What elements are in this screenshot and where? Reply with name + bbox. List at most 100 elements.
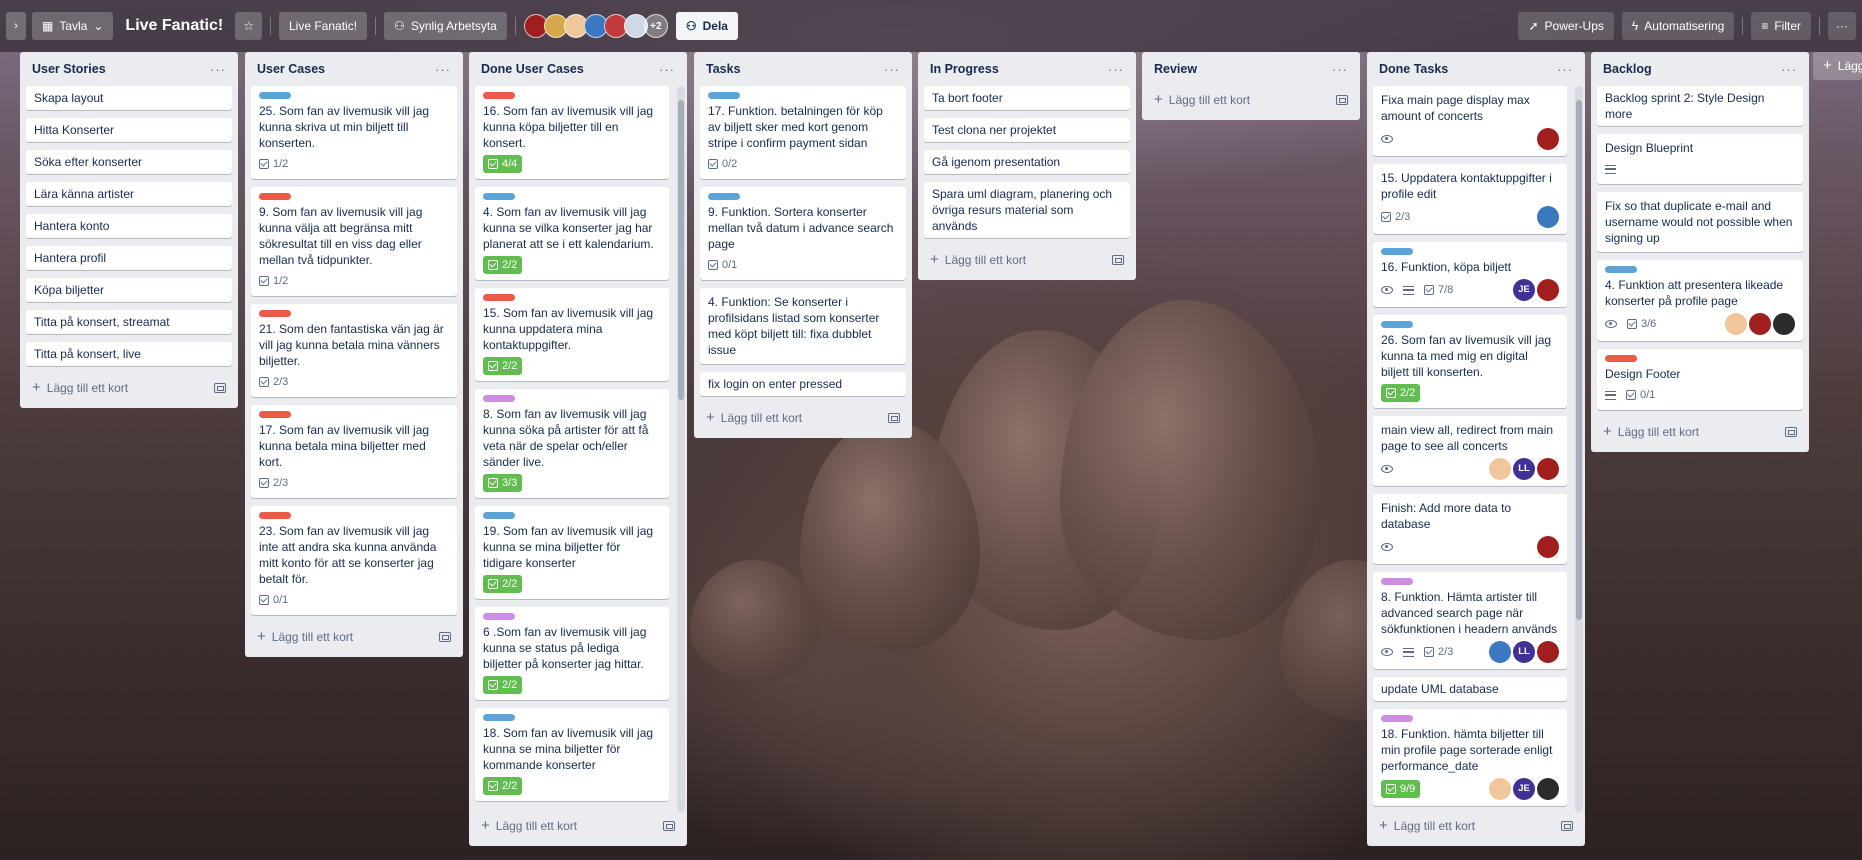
card[interactable]: 4. Funktion: Se konserter i profilsidans… bbox=[700, 288, 906, 364]
card[interactable]: Hitta Konserter bbox=[26, 118, 232, 142]
card[interactable]: 26. Som fan av livemusik vill jag kunna … bbox=[1373, 315, 1567, 408]
card[interactable]: Finish: Add more data to database bbox=[1373, 494, 1567, 564]
card-label[interactable] bbox=[1381, 321, 1413, 328]
card[interactable]: Köpa biljetter bbox=[26, 278, 232, 302]
add-card-button[interactable]: + Lägg till ett kort bbox=[257, 629, 353, 644]
list-menu-button[interactable]: ··· bbox=[210, 62, 226, 77]
card[interactable]: Skapa layout bbox=[26, 86, 232, 110]
card[interactable]: 15. Uppdatera kontaktuppgifter i profile… bbox=[1373, 164, 1567, 234]
card-label[interactable] bbox=[483, 193, 515, 200]
card-template-icon[interactable] bbox=[1785, 427, 1797, 437]
visibility-button[interactable]: ⚇ Synlig Arbetsyta bbox=[384, 12, 507, 40]
card-label[interactable] bbox=[1605, 266, 1637, 273]
add-card-button[interactable]: + Lägg till ett kort bbox=[1379, 818, 1475, 833]
card[interactable]: update UML database bbox=[1373, 677, 1567, 701]
card[interactable]: fix login on enter pressed bbox=[700, 372, 906, 396]
share-button[interactable]: ⚇ Dela bbox=[675, 12, 738, 40]
card[interactable]: 15. Som fan av livemusik vill jag kunna … bbox=[475, 288, 669, 381]
card-template-icon[interactable] bbox=[888, 413, 900, 423]
add-card-button[interactable]: + Lägg till ett kort bbox=[481, 818, 577, 833]
avatar[interactable] bbox=[1749, 313, 1771, 335]
card-label[interactable] bbox=[483, 294, 515, 301]
add-card-button[interactable]: + Lägg till ett kort bbox=[1603, 424, 1699, 439]
card[interactable]: 17. Som fan av livemusik vill jag kunna … bbox=[251, 405, 457, 498]
avatar[interactable]: JE bbox=[1513, 279, 1535, 301]
list-title[interactable]: User Cases bbox=[257, 62, 325, 76]
star-button[interactable]: ☆ bbox=[235, 12, 262, 40]
filter-button[interactable]: ≡ Filter bbox=[1751, 12, 1811, 40]
card[interactable]: Titta på konsert, live bbox=[26, 342, 232, 366]
avatar[interactable] bbox=[1489, 641, 1511, 663]
card-template-icon[interactable] bbox=[439, 632, 451, 642]
avatar[interactable] bbox=[1537, 279, 1559, 301]
card-label[interactable] bbox=[483, 512, 515, 519]
card[interactable]: 16. Som fan av livemusik vill jag kunna … bbox=[475, 86, 669, 179]
scrollbar-thumb[interactable] bbox=[678, 100, 684, 400]
card[interactable]: Hantera konto bbox=[26, 214, 232, 238]
card[interactable]: 6 .Som fan av livemusik vill jag kunna s… bbox=[475, 607, 669, 700]
card-label[interactable] bbox=[259, 92, 291, 99]
card-label[interactable] bbox=[483, 395, 515, 402]
card[interactable]: 21. Som den fantastiska vän jag är vill … bbox=[251, 304, 457, 397]
list-title[interactable]: Done User Cases bbox=[481, 62, 584, 76]
card-template-icon[interactable] bbox=[1336, 95, 1348, 105]
view-switcher-button[interactable]: ▦ Tavla ⌄ bbox=[32, 12, 114, 40]
avatar[interactable]: LL bbox=[1513, 458, 1535, 480]
list-title[interactable]: In Progress bbox=[930, 62, 999, 76]
avatar[interactable] bbox=[1725, 313, 1747, 335]
list-scrollbar[interactable] bbox=[677, 86, 685, 812]
list-title[interactable]: Tasks bbox=[706, 62, 741, 76]
card[interactable]: 18. Som fan av livemusik vill jag kunna … bbox=[475, 708, 669, 801]
card-label[interactable] bbox=[1605, 355, 1637, 362]
list-menu-button[interactable]: ··· bbox=[659, 62, 675, 77]
list-menu-button[interactable]: ··· bbox=[1557, 62, 1573, 77]
card[interactable]: Titta på konsert, streamat bbox=[26, 310, 232, 334]
card[interactable]: Design Footer 0/1 bbox=[1597, 349, 1803, 410]
list-menu-button[interactable]: ··· bbox=[1781, 62, 1797, 77]
list-title[interactable]: Backlog bbox=[1603, 62, 1652, 76]
card[interactable]: Spara uml diagram, planering och övriga … bbox=[924, 182, 1130, 238]
card[interactable]: 19. Som fan av livemusik vill jag kunna … bbox=[475, 506, 669, 599]
list-cards[interactable]: Fixa main page display max amount of con… bbox=[1373, 86, 1579, 812]
card[interactable]: Test clona ner projektet bbox=[924, 118, 1130, 142]
card-template-icon[interactable] bbox=[1561, 821, 1573, 831]
list-menu-button[interactable]: ··· bbox=[1332, 62, 1348, 77]
card[interactable]: Hantera profil bbox=[26, 246, 232, 270]
card[interactable]: Design Blueprint bbox=[1597, 134, 1803, 184]
card[interactable]: 23. Som fan av livemusik vill jag inte a… bbox=[251, 506, 457, 615]
scrollbar-thumb[interactable] bbox=[1576, 100, 1582, 620]
card[interactable]: 4. Funktion att presentera likeade konse… bbox=[1597, 260, 1803, 341]
avatar[interactable]: JE bbox=[1513, 778, 1535, 800]
list-scrollbar[interactable] bbox=[1575, 86, 1583, 812]
add-card-button[interactable]: + Lägg till ett kort bbox=[32, 380, 128, 395]
card[interactable]: Backlog sprint 2: Style Design more bbox=[1597, 86, 1803, 126]
show-menu-button[interactable]: ··· bbox=[1828, 12, 1856, 40]
avatar[interactable] bbox=[1537, 778, 1559, 800]
card-label[interactable] bbox=[483, 613, 515, 620]
card-label[interactable] bbox=[483, 92, 515, 99]
avatar[interactable]: LL bbox=[1513, 641, 1535, 663]
add-card-button[interactable]: + Lägg till ett kort bbox=[930, 252, 1026, 267]
card-label[interactable] bbox=[1381, 578, 1413, 585]
avatar[interactable] bbox=[1537, 536, 1559, 558]
add-list-button[interactable]: + Lägg bbox=[1813, 52, 1862, 80]
list-title[interactable]: Review bbox=[1154, 62, 1197, 76]
sidebar-toggle-button[interactable]: › bbox=[6, 12, 26, 40]
avatar[interactable] bbox=[1489, 458, 1511, 480]
avatar[interactable] bbox=[1537, 128, 1559, 150]
card[interactable]: 16. Funktion, köpa biljett 7/8 JE bbox=[1373, 242, 1567, 307]
card-label[interactable] bbox=[259, 411, 291, 418]
card-template-icon[interactable] bbox=[1112, 255, 1124, 265]
card[interactable]: Ta bort footer bbox=[924, 86, 1130, 110]
card[interactable]: 25. Som fan av livemusik vill jag kunna … bbox=[251, 86, 457, 179]
card[interactable]: Söka efter konserter bbox=[26, 150, 232, 174]
card-label[interactable] bbox=[708, 92, 740, 99]
card-template-icon[interactable] bbox=[214, 383, 226, 393]
list-menu-button[interactable]: ··· bbox=[884, 62, 900, 77]
card[interactable]: main view all, redirect from main page t… bbox=[1373, 416, 1567, 486]
card[interactable]: 9. Som fan av livemusik vill jag kunna v… bbox=[251, 187, 457, 296]
powerups-button[interactable]: ➚ Power-Ups bbox=[1518, 12, 1614, 40]
board-title[interactable]: Live Fanatic! bbox=[125, 17, 223, 35]
avatar[interactable] bbox=[1537, 206, 1559, 228]
card-label[interactable] bbox=[1381, 715, 1413, 722]
